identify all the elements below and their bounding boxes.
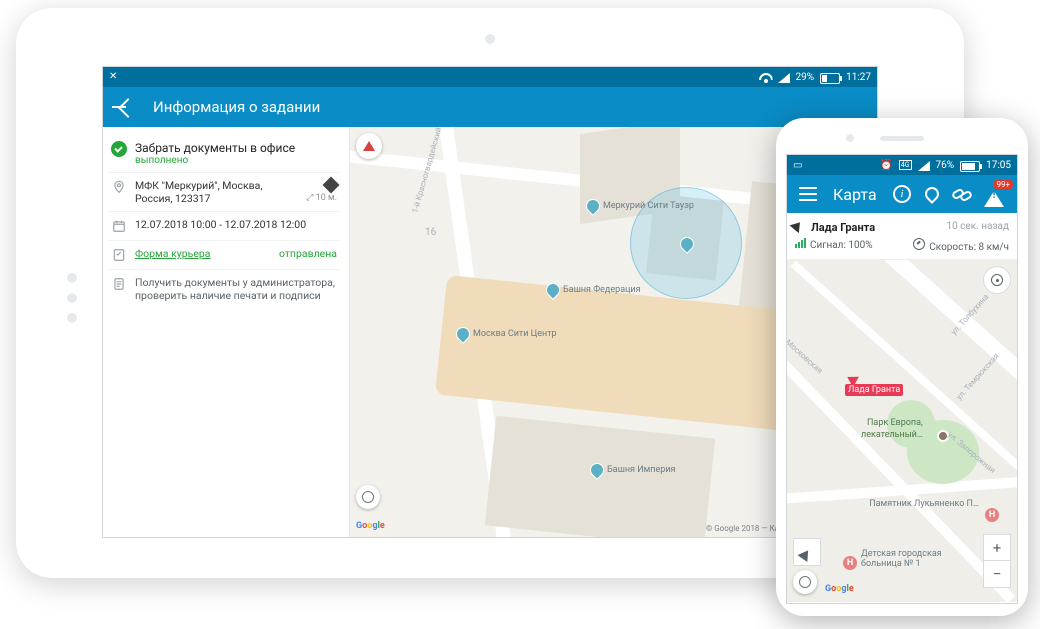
tablet-screen: ✕ 29% 11:27 Информация о задании Забрать… [102,66,878,538]
distance: 10 м. [316,193,337,203]
hospital-label: Детская городская больница № 1 [861,550,971,570]
clock: 11:27 [846,72,871,83]
phone-device: ▭ ⏰ 4G 76% 17:05 Карта 99+ [776,118,1028,616]
my-location-button[interactable] [983,266,1011,294]
speed-icon [913,238,925,250]
phone-map-view[interactable]: Парк Европа, лекательный… Лада Гранта ул… [787,260,1017,602]
wifi-icon [760,71,772,83]
building-number: 16 [425,227,436,238]
status-icon [111,141,127,157]
park-label-1: Парк Европа, [867,418,923,428]
phone-status-bar: ▭ ⏰ 4G 76% 17:05 [787,155,1017,175]
signal-bars-icon [795,238,806,248]
tools-icon: ✕ [109,71,121,83]
vehicle-marker-label[interactable]: Лада Гранта [845,384,903,396]
google-logo: Google [825,584,854,594]
back-button[interactable] [115,96,137,118]
zoom-in-button[interactable]: + [983,534,1011,562]
link-button[interactable] [953,185,971,203]
alerts-button[interactable]: 99+ [983,185,1005,203]
app-bar: Информация о задании [103,87,877,127]
poi-federation[interactable]: Башня Федерация [563,285,641,295]
poi-citycenter[interactable]: Москва Сити Центр [473,329,557,339]
info-button[interactable] [893,185,911,203]
task-address: МФК "Меркурий", Москва, Россия, 123317 [135,179,298,205]
form-status: отправлена [279,247,337,260]
battery-pct: 76% [936,160,955,171]
task-status: выполнено [135,155,337,166]
menu-button[interactable] [799,187,817,201]
direction-icon [795,219,807,231]
time-icon [111,218,127,234]
phone-speaker [880,136,924,141]
task-datetime: 12.07.2018 10:00 - 12.07.2018 12:00 [135,218,337,231]
phone-camera [846,134,854,142]
phone-app-bar: Карта 99+ [787,175,1017,213]
battery-pct: 29% [796,72,815,83]
directions-icon[interactable] [323,177,340,194]
street-temryukskaya: ул. Темрюкская [954,351,1000,401]
phone-screen: ▭ ⏰ 4G 76% 17:05 Карта 99+ [786,154,1018,604]
page-title: Информация о задании [153,98,320,116]
monument-label: Памятник Лукьяненко П… [869,500,979,510]
hospital-pin-1[interactable]: H [985,508,999,522]
status-bar: ✕ 29% 11:27 [103,67,877,87]
locate-button[interactable] [923,185,941,203]
form-icon [111,247,127,263]
center-vehicle-button[interactable] [793,538,821,566]
battery-icon [960,161,980,172]
google-logo: Google [356,521,385,531]
map-tilt-button[interactable] [356,485,380,509]
network-type: 4G [899,160,912,170]
page-title: Карта [833,185,877,204]
poi-imperia[interactable]: Башня Империя [607,465,675,475]
signal-value: Сигнал: 100% [810,240,873,251]
clock: 17:05 [986,160,1011,171]
alert-badge: 99+ [993,179,1013,190]
map-tilt-button[interactable] [793,570,817,594]
compass-icon[interactable] [356,133,382,159]
poi-mercury[interactable]: Меркурий Сити Тауэр [603,201,694,211]
zoom-out-button[interactable]: − [983,560,1011,588]
alarm-icon: ⏰ [880,160,892,171]
vehicle-name: Лада Гранта [811,221,875,234]
tablet-sensor-cluster [64,263,80,323]
task-title: Забрать документы в офисе [135,141,337,155]
task-details-panel: Забрать документы в офисе выполнено МФК … [103,127,350,537]
signal-icon [918,159,930,171]
address-icon [111,179,127,195]
speed-value: Скорость: 8 км/ч [929,242,1009,253]
courier-form-link[interactable]: Форма курьера [135,247,211,260]
tablet-camera [485,34,495,44]
hospital-pin-2[interactable]: H [843,556,857,570]
battery-icon [820,73,840,84]
vehicle-info-panel[interactable]: Лада Гранта 10 сек. назад Сигнал: 100% С… [787,213,1017,260]
signal-icon [778,71,790,83]
last-update: 10 сек. назад [946,221,1009,232]
screenshot-icon: ▭ [793,160,802,171]
park-label-2: лекательный… [861,430,923,440]
task-description: Получить документы у администратора, про… [135,276,337,302]
description-icon [111,276,127,292]
